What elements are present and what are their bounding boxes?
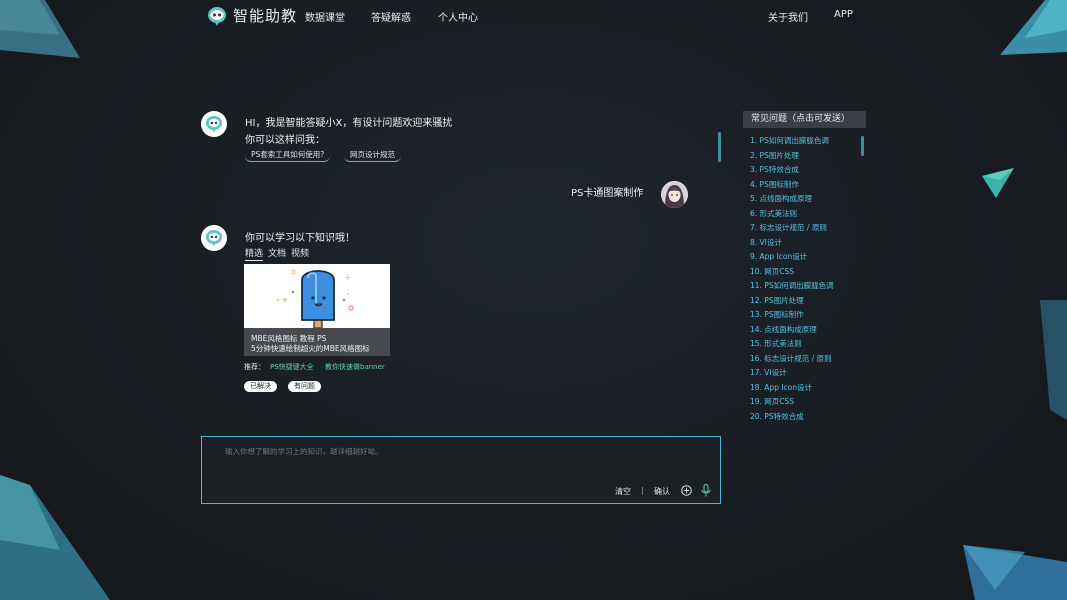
- suggestion-lasso-tool[interactable]: PS套索工具如何使用?: [245, 149, 331, 162]
- faq-item[interactable]: 19. 网页CSS: [750, 396, 834, 411]
- faq-item[interactable]: 8. VI设计: [750, 237, 834, 252]
- faq-scrollbar[interactable]: [861, 136, 864, 156]
- faq-list: 1. PS如何调出朦胧色调 2. PS图片处理 3. PS特效合成 4. PS图标制作…: [750, 135, 834, 425]
- tutorial-card[interactable]: ✲ + + + MBE风格图标 教程 PS 5分钟快速绘制超火的MBE风格图标: [244, 264, 390, 356]
- faq-item[interactable]: 20. PS特效合成: [750, 411, 834, 426]
- corner-shape-bottom-right: [963, 300, 1067, 600]
- user-avatar: [661, 181, 688, 208]
- faq-item[interactable]: 17. VI设计: [750, 367, 834, 382]
- faq-title: 常见问题（点击可发送）: [743, 111, 866, 128]
- action-separator: |: [641, 486, 644, 495]
- recommend-link-banner[interactable]: 教你快速做banner: [325, 362, 385, 372]
- card-caption: MBE风格图标 教程 PS 5分钟快速绘制超火的MBE风格图标: [244, 328, 390, 356]
- faq-item[interactable]: 10. 网页CSS: [750, 266, 834, 281]
- nav-item-personal-center[interactable]: 个人中心: [438, 9, 478, 24]
- faq-item[interactable]: 18. App Icon设计: [750, 382, 834, 397]
- svg-text:+: +: [275, 296, 281, 304]
- faq-item[interactable]: 11. PS如何调出朦胧色调: [750, 280, 834, 295]
- logo-text: 智能助教: [233, 7, 298, 25]
- faq-item[interactable]: 3. PS特效合成: [750, 164, 834, 179]
- question-input-box: 清空 | 确认: [201, 436, 721, 504]
- logo[interactable]: 智能助教: [207, 5, 297, 26]
- faq-item[interactable]: 5. 点线面构成原理: [750, 193, 834, 208]
- user-portrait-icon: [661, 181, 688, 208]
- faq-item[interactable]: 16. 标志设计规范 / 原则: [750, 353, 834, 368]
- svg-text:✲: ✲: [290, 268, 297, 277]
- faq-item[interactable]: 7. 标志设计规范 / 原则: [750, 222, 834, 237]
- nav-item-qa[interactable]: 答疑解惑: [371, 9, 411, 24]
- suggestion-web-design-spec[interactable]: 网页设计规范: [344, 149, 401, 162]
- nav-item-app[interactable]: APP: [834, 9, 853, 20]
- nav-item-data-class[interactable]: 数据课堂: [305, 9, 345, 24]
- resolved-button[interactable]: 已解决: [244, 381, 277, 392]
- top-nav: 智能助教 数据课堂 答疑解惑 个人中心 关于我们 APP: [0, 0, 1067, 30]
- confirm-button[interactable]: 确认: [654, 486, 670, 497]
- card-caption-line2: 5分钟快速绘制超火的MBE风格图标: [251, 344, 370, 353]
- faq-item[interactable]: 13. PS图标制作: [750, 309, 834, 324]
- bot-greeting: HI，我是智能答疑小X，有设计问题欢迎来骚扰: [245, 118, 453, 129]
- clear-button[interactable]: 清空: [615, 486, 631, 497]
- popsicle-illustration: ✲ + + +: [244, 264, 390, 328]
- corner-shape-bottom-left: [0, 475, 110, 600]
- bot-avatar-reply: [201, 225, 227, 251]
- faq-item[interactable]: 9. App Icon设计: [750, 251, 834, 266]
- tab-documents[interactable]: 文档: [268, 246, 286, 259]
- bot-avatar: [201, 111, 227, 137]
- faq-item[interactable]: 6. 形式美法则: [750, 208, 834, 223]
- tab-videos[interactable]: 视频: [291, 246, 309, 259]
- bot-reply-title: 你可以学习以下知识哦！: [245, 233, 355, 244]
- recommend-label: 推荐：: [244, 363, 265, 371]
- faq-item[interactable]: 2. PS图片处理: [750, 150, 834, 165]
- faq-item[interactable]: 1. PS如何调出朦胧色调: [750, 135, 834, 150]
- robot-icon: [206, 116, 222, 133]
- logo-icon: [208, 6, 226, 26]
- triangle-shape-right: [982, 168, 1014, 198]
- svg-text:+: +: [344, 273, 352, 283]
- add-icon[interactable]: [681, 485, 692, 496]
- user-message: PS卡通图案制作: [571, 188, 644, 199]
- faq-item[interactable]: 15. 形式美法则: [750, 338, 834, 353]
- chat-scrollbar[interactable]: [718, 132, 721, 162]
- faq-item[interactable]: 4. PS图标制作: [750, 179, 834, 194]
- robot-icon: [206, 230, 222, 247]
- faq-item[interactable]: 12. PS图片处理: [750, 295, 834, 310]
- recommend-link-ps-shortcuts[interactable]: PS快捷键大全: [270, 362, 314, 372]
- question-input[interactable]: [225, 447, 525, 456]
- tab-featured[interactable]: 精选: [245, 246, 264, 261]
- has-issue-button[interactable]: 有问题: [288, 381, 321, 392]
- nav-item-about-us[interactable]: 关于我们: [768, 9, 808, 24]
- microphone-icon[interactable]: [701, 484, 711, 497]
- bot-prompt: 你可以这样问我：: [245, 135, 325, 146]
- faq-item[interactable]: 14. 点线面构成原理: [750, 324, 834, 339]
- svg-text:+: +: [282, 296, 288, 304]
